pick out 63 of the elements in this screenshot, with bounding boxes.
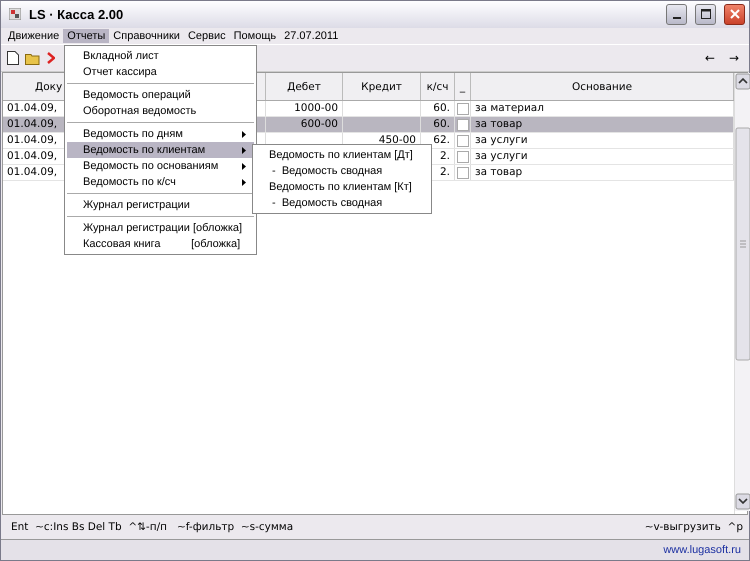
column-header[interactable]: Основание <box>572 80 632 93</box>
table-cell: 60. <box>433 102 450 114</box>
column-header[interactable]: Дебет <box>287 80 321 93</box>
table-cell: 600-00 <box>300 118 338 130</box>
app-icon <box>9 8 21 20</box>
checkbox[interactable] <box>456 134 468 147</box>
table-cell: 450-00 <box>378 134 416 146</box>
table-cell: за материал <box>475 102 544 114</box>
date-label: 27.07.2011 <box>283 28 340 43</box>
table-cell: 62. <box>433 134 450 146</box>
menu-item[interactable]: Отчеты <box>63 28 110 43</box>
close-icon <box>730 9 740 20</box>
menu-option[interactable]: Вкладной лист <box>67 48 254 64</box>
column-header[interactable]: Доку <box>35 80 62 93</box>
table-cell: 01.04.09, <box>7 134 58 146</box>
menu-option[interactable]: Ведомость по клиентам <box>67 142 254 158</box>
table-cell: 01.04.09, <box>7 102 58 114</box>
column-header[interactable]: Кредит <box>361 80 402 93</box>
menu-option[interactable]: Отчет кассира <box>67 64 254 80</box>
menu-option[interactable]: Кассовая книга [обложка] <box>67 236 254 252</box>
menu-option[interactable]: Оборотная ведомость <box>67 103 254 119</box>
nav-arrow[interactable]: → <box>724 51 743 65</box>
checkbox[interactable] <box>456 102 468 115</box>
table-cell: за товар <box>475 166 522 178</box>
menu-item[interactable]: Движение <box>4 28 64 43</box>
table-cell: за услуги <box>475 150 528 162</box>
table-cell: 2. <box>440 166 450 178</box>
menu-option[interactable]: - Ведомость сводная <box>253 195 431 211</box>
table-cell: 2. <box>440 150 450 162</box>
shortcut-hints: Ent ~c:Ins Bs Del Tb ^⇅-п/п ~f-фильтр ~s-сумма <box>11 521 294 534</box>
table-cell: за услуги <box>475 134 528 146</box>
menu-option[interactable]: - Ведомость сводная <box>253 163 431 179</box>
table-cell: 1000-00 <box>294 102 338 114</box>
maximize-icon <box>700 9 710 20</box>
menu-item[interactable]: Помощь <box>230 28 280 43</box>
menu-option[interactable]: Журнал регистрации <box>67 197 254 213</box>
new-document-icon[interactable] <box>7 51 19 65</box>
menu-item[interactable]: Справочники <box>109 28 184 43</box>
maximize-button[interactable] <box>695 4 716 25</box>
menu-option[interactable]: Ведомость по клиентам [Кт] <box>253 179 431 195</box>
table-cell: 01.04.09, <box>7 166 58 178</box>
table-cell: 60. <box>433 118 450 130</box>
minimize-icon <box>672 16 680 19</box>
checkbox[interactable] <box>456 166 468 179</box>
column-header[interactable]: к/сч <box>426 80 448 93</box>
shortcut-hints: ~v-выгрузить ^p <box>644 521 743 534</box>
menu-option[interactable]: Ведомость по клиентам [Дт] <box>253 147 431 163</box>
website-link[interactable]: www.lugasoft.ru <box>663 544 741 556</box>
table-cell: за товар <box>475 118 522 130</box>
checkbox[interactable] <box>456 118 468 131</box>
close-button[interactable] <box>724 4 745 25</box>
column-header[interactable]: _ <box>460 80 466 93</box>
menu-option[interactable]: Ведомость операций <box>67 87 254 103</box>
table-cell: 01.04.09, <box>7 118 58 130</box>
folder-icon[interactable] <box>25 52 41 64</box>
nav-arrow[interactable]: ← <box>700 51 719 65</box>
minimize-button[interactable] <box>666 4 687 25</box>
menu-item[interactable]: Сервис <box>184 28 230 43</box>
menu-option[interactable]: Журнал регистрации [обложка] <box>67 220 254 236</box>
checkbox[interactable] <box>456 150 468 163</box>
table-cell: 01.04.09, <box>7 150 58 162</box>
window-title: LS · Касса 2.00 <box>29 6 124 22</box>
scrollbar[interactable] <box>735 73 750 512</box>
